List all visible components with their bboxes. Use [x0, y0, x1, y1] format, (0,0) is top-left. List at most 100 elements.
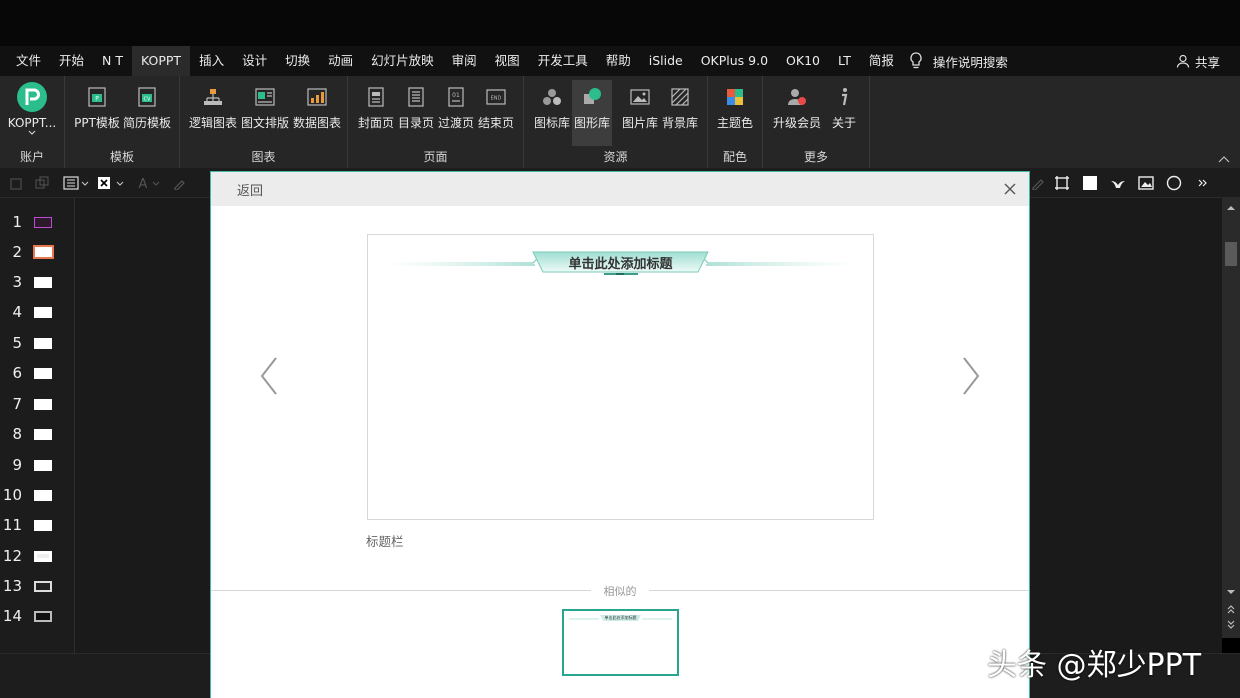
slide-number: 5: [12, 334, 22, 352]
group-label-color: 配色: [722, 150, 747, 164]
share-button[interactable]: 共享: [1176, 46, 1220, 76]
menu-nt[interactable]: N T: [93, 46, 132, 76]
menu-developer[interactable]: 开发工具: [529, 46, 597, 76]
image-library-button[interactable]: 图片库: [620, 80, 660, 146]
picture-icon[interactable]: [1138, 175, 1154, 191]
slide-item[interactable]: 3: [0, 267, 75, 297]
slide-item[interactable]: 11: [0, 510, 75, 540]
menu-design[interactable]: 设计: [233, 46, 276, 76]
paste-icon[interactable]: [8, 175, 24, 191]
eyedropper-icon[interactable]: [172, 175, 188, 191]
group-label-more: 更多: [803, 150, 828, 164]
layout-button[interactable]: 图文排版: [240, 80, 290, 146]
scroll-up-icon[interactable]: [1226, 203, 1236, 213]
tell-me-search[interactable]: 操作说明搜索: [909, 46, 1008, 76]
background-library-button[interactable]: 背景库: [660, 80, 700, 146]
slide-number: 11: [2, 516, 22, 534]
transition-page-icon: 01: [448, 87, 464, 107]
back-button[interactable]: 返回: [237, 180, 263, 199]
menu-islide[interactable]: iSlide: [640, 46, 692, 76]
menu-jianbao[interactable]: 简报: [860, 46, 903, 76]
upgrade-vip-button[interactable]: 升级会员: [769, 80, 825, 146]
font-color-icon[interactable]: A: [136, 175, 162, 191]
slide-item[interactable]: 4: [0, 297, 75, 327]
slide-item[interactable]: 9: [0, 450, 75, 480]
previous-arrow-icon[interactable]: [259, 356, 279, 396]
pen-icon[interactable]: [1030, 175, 1046, 191]
group-label-resource: 资源: [603, 150, 628, 164]
logic-chart-button[interactable]: 逻辑图表: [188, 80, 238, 146]
crop-icon[interactable]: [1054, 175, 1070, 191]
ribbon-group-account: KOPPT... 账户: [0, 76, 65, 168]
menu-lt[interactable]: LT: [829, 46, 860, 76]
menu-koppt[interactable]: KOPPT: [132, 46, 191, 76]
slide-thumb: [34, 489, 52, 501]
slide-item[interactable]: 6: [0, 358, 75, 388]
menu-animations[interactable]: 动画: [319, 46, 362, 76]
slide-item[interactable]: 7: [0, 389, 75, 419]
toc-page-label: 目录页: [397, 116, 434, 130]
scrollbar-thumb[interactable]: [1225, 242, 1237, 266]
menu-ok10[interactable]: OK10: [777, 46, 829, 76]
ribbon-group-template: P PPT模板 CV 简历模板 模板: [65, 76, 180, 168]
end-page-button[interactable]: END 结束页: [476, 80, 516, 146]
lightbulb-icon: [910, 52, 922, 69]
clear-format-icon[interactable]: [96, 175, 126, 191]
menu-file[interactable]: 文件: [0, 46, 50, 76]
slide-thumb: [34, 610, 52, 622]
close-icon[interactable]: [1003, 182, 1017, 196]
slide-thumb: [34, 398, 52, 410]
menu-transitions[interactable]: 切换: [276, 46, 319, 76]
menu-slideshow[interactable]: 幻灯片放映: [362, 46, 443, 76]
toc-page-button[interactable]: 目录页: [396, 80, 436, 146]
menu-review[interactable]: 审阅: [443, 46, 486, 76]
layout-dropdown-icon[interactable]: [62, 175, 90, 191]
transition-page-button[interactable]: 01 过渡页: [436, 80, 476, 146]
data-chart-label: 数据图表: [292, 116, 341, 130]
similar-template-thumb[interactable]: 单击此处添加标题: [562, 609, 679, 676]
rectangle-icon[interactable]: [1082, 175, 1098, 191]
collapse-ribbon-icon[interactable]: [1218, 154, 1230, 164]
menu-view[interactable]: 视图: [486, 46, 529, 76]
slide-thumb: [34, 216, 52, 228]
shape-library-label: 图形库: [573, 116, 610, 130]
menu-help[interactable]: 帮助: [597, 46, 640, 76]
about-button[interactable]: 关于: [827, 80, 861, 146]
next-arrow-icon[interactable]: [961, 356, 981, 396]
slide-item[interactable]: 10: [0, 480, 75, 510]
bird-icon[interactable]: [1110, 175, 1126, 191]
group-label-account: 账户: [19, 150, 44, 164]
previous-slide-icon[interactable]: [1222, 602, 1240, 616]
next-slide-icon[interactable]: [1222, 618, 1240, 632]
slide-thumb: [34, 459, 52, 471]
scroll-down-icon[interactable]: [1226, 587, 1236, 597]
data-chart-button[interactable]: 数据图表: [292, 80, 342, 146]
slide-item[interactable]: 5: [0, 328, 75, 358]
slide-item[interactable]: 8: [0, 419, 75, 449]
shape-library-button[interactable]: 图形库: [572, 80, 612, 146]
circle-icon[interactable]: [1166, 175, 1182, 191]
cover-page-button[interactable]: 封面页: [356, 80, 396, 146]
more-tools-icon[interactable]: [1194, 175, 1210, 191]
slide-item[interactable]: 1: [0, 207, 75, 237]
ppt-template-button[interactable]: P PPT模板: [73, 80, 121, 146]
theme-color-button[interactable]: 主题色: [714, 80, 756, 146]
icon-library-button[interactable]: 图标库: [532, 80, 572, 146]
ppt-template-label: PPT模板: [74, 116, 120, 130]
menu-okplus[interactable]: OKPlus 9.0: [692, 46, 777, 76]
menu-bar: 文件 开始 N T KOPPT 插入 设计 切换 动画 幻灯片放映 审阅 视图 …: [0, 46, 1240, 76]
slide-item[interactable]: 14: [0, 601, 75, 631]
svg-text:CV: CV: [144, 97, 151, 103]
color-palette-icon: [727, 89, 743, 105]
slide-item[interactable]: 2: [0, 237, 75, 267]
svg-text:P: P: [95, 96, 99, 103]
slide-item[interactable]: 12: [0, 541, 75, 571]
shape-library-icon: [584, 88, 601, 104]
menu-home[interactable]: 开始: [50, 46, 93, 76]
koppt-account-button[interactable]: KOPPT...: [4, 80, 60, 146]
copy-icon[interactable]: [34, 175, 50, 191]
slide-item[interactable]: 13: [0, 571, 75, 601]
resume-template-button[interactable]: CV 简历模板: [123, 80, 171, 146]
menu-insert[interactable]: 插入: [190, 46, 233, 76]
vertical-scrollbar[interactable]: [1222, 198, 1240, 638]
